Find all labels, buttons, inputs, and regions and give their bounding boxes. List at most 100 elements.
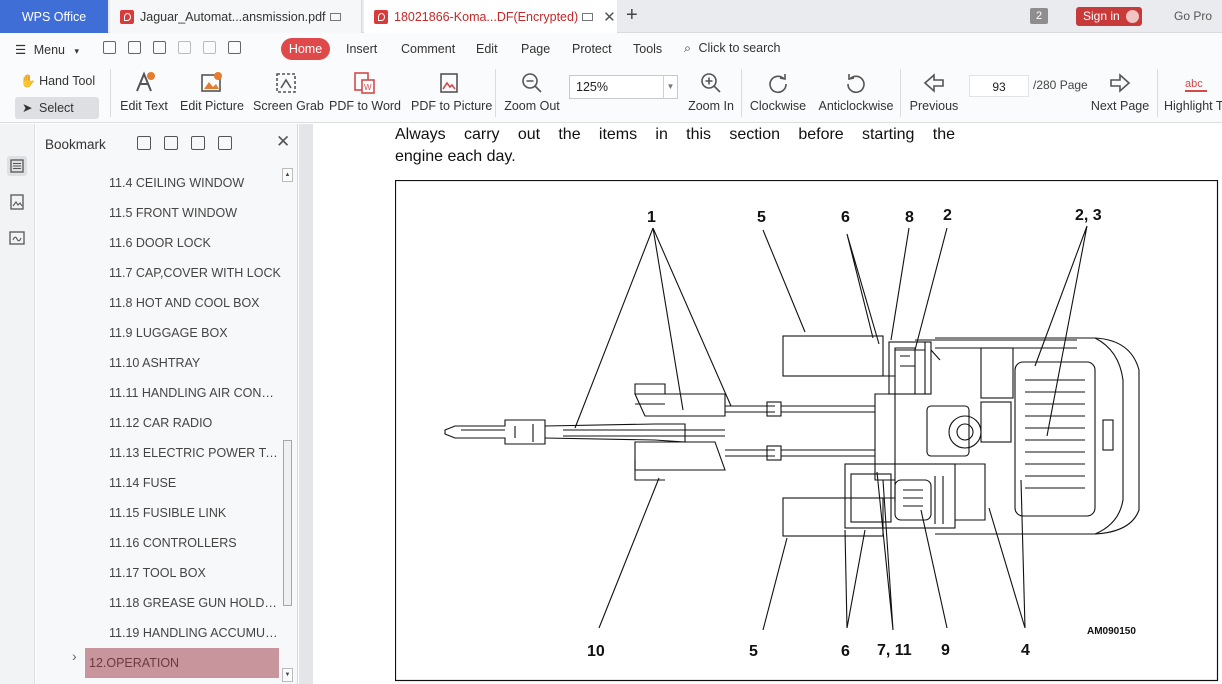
bookmark-item[interactable]: 11.14 FUSE	[36, 468, 281, 498]
tab-home[interactable]: Home	[281, 38, 330, 60]
hand-icon: ✋	[20, 74, 36, 88]
bookmark-settings-icon[interactable]	[218, 136, 232, 150]
close-tab-icon[interactable]: ✕	[603, 8, 616, 26]
scroll-down-icon[interactable]: ▼	[282, 668, 293, 682]
export-icon[interactable]	[228, 41, 241, 54]
scroll-up-icon[interactable]: ▲	[282, 168, 293, 182]
save-icon[interactable]	[128, 41, 141, 54]
edit-picture-label: Edit Picture	[180, 99, 244, 113]
next-page-button[interactable]: Next Page	[1090, 65, 1150, 123]
bookmark-item[interactable]: 11.16 CONTROLLERS	[36, 528, 281, 558]
add-bookmark-icon[interactable]	[137, 136, 151, 150]
tab-komatsu-pdf[interactable]: 18021866-Koma...DF(Encrypted) ✕	[364, 0, 617, 33]
label-2-3: 2, 3	[1075, 207, 1102, 224]
redo-icon[interactable]	[203, 41, 216, 54]
edit-text-button[interactable]: Edit Text	[118, 65, 170, 123]
tab-jaguar-pdf[interactable]: Jaguar_Automat...ansmission.pdf	[110, 0, 362, 33]
toolbar-divider	[1157, 69, 1158, 117]
anticlockwise-button[interactable]: Anticlockwise	[818, 65, 894, 123]
page-number-input[interactable]: 93	[969, 75, 1029, 97]
collapse-bookmarks-icon[interactable]	[164, 136, 178, 150]
bookmark-item[interactable]: 11.12 CAR RADIO	[36, 408, 281, 438]
hand-tool-button[interactable]: ✋ Hand Tool	[20, 74, 95, 89]
zoom-select[interactable]: 125% ▼	[569, 75, 678, 99]
bookmark-item[interactable]: 11.17 TOOL BOX	[36, 558, 281, 588]
tab-protect[interactable]: Protect	[572, 42, 612, 56]
search-label: Click to search	[698, 41, 781, 55]
bookmark-item[interactable]: 11.15 FUSIBLE LINK	[36, 498, 281, 528]
bookmark-item[interactable]: 11.7 CAP,COVER WITH LOCK	[36, 258, 281, 288]
bookmark-list: 11.4 CEILING WINDOW 11.5 FRONT WINDOW 11…	[36, 168, 281, 678]
bookmark-item[interactable]: 11.9 LUGGAGE BOX	[36, 318, 281, 348]
tab-edit[interactable]: Edit	[476, 42, 498, 56]
bookmark-item-selected-row: › 12.OPERATION	[36, 648, 281, 678]
tab-page[interactable]: Page	[521, 42, 550, 56]
chevron-down-icon[interactable]: ▼	[663, 76, 677, 98]
previous-page-button[interactable]: Previous	[906, 65, 962, 123]
bookmark-title: Bookmark	[45, 137, 106, 152]
edit-picture-button[interactable]: Edit Picture	[180, 65, 244, 123]
scrollbar-thumb[interactable]	[283, 440, 292, 606]
excavator-diagram: 1 5 6 8 2 2, 3 10 5 6 7, 11 9 4 AM090150	[395, 180, 1219, 682]
rotate-anticlockwise-icon	[847, 74, 865, 94]
bookmark-item[interactable]: 11.13 ELECTRIC POWER TAKE-...	[36, 438, 281, 468]
print-icon[interactable]	[153, 41, 166, 54]
pdf-to-picture-button[interactable]: PDF to Picture	[411, 65, 492, 123]
instruction-text-line1: Always carry out the items in this secti…	[395, 126, 955, 143]
select-tool-button[interactable]: ➤ Select Tool	[15, 97, 99, 137]
bookmark-item[interactable]: 11.19 HANDLING ACCUMULA...	[36, 618, 281, 648]
bookmark-item[interactable]: 11.18 GREASE GUN HOLDER	[36, 588, 281, 618]
chevron-right-icon[interactable]: ›	[72, 648, 77, 664]
highlight-label: Highlight T	[1164, 99, 1222, 113]
tab-komatsu-label: 18021866-Koma...DF(Encrypted)	[394, 9, 579, 24]
screen-grab-button[interactable]: Screen Grab	[253, 65, 324, 123]
bookmark-panel-icon[interactable]	[7, 156, 27, 176]
bookmark-item[interactable]: 11.10 ASHTRAY	[36, 348, 281, 378]
clockwise-button[interactable]: Clockwise	[748, 65, 808, 123]
tab-insert[interactable]: Insert	[346, 42, 377, 56]
bookmark-item[interactable]: 11.5 FRONT WINDOW	[36, 198, 281, 228]
bookmark-scrollbar[interactable]: ▲ ▼	[282, 168, 293, 682]
zoom-out-icon	[522, 73, 542, 93]
document-viewer[interactable]: Always carry out the items in this secti…	[299, 124, 1222, 684]
bookmark-item[interactable]: 11.11 HANDLING AIR CONDITI..	[36, 378, 281, 408]
tab-wps-office[interactable]: WPS Office	[0, 0, 108, 33]
undo-icon[interactable]	[178, 41, 191, 54]
new-tab-button[interactable]: +	[626, 4, 638, 27]
tab-comment[interactable]: Comment	[401, 42, 455, 56]
label-5-bottom: 5	[749, 643, 758, 660]
signature-panel-icon[interactable]	[7, 228, 27, 248]
open-icon[interactable]	[103, 41, 116, 54]
highlight-button[interactable]: abc Highlight T	[1164, 65, 1222, 123]
bookmark-item-selected[interactable]: 12.OPERATION	[85, 648, 279, 678]
tab-wps-label: WPS Office	[21, 9, 87, 24]
label-4: 4	[1021, 642, 1030, 659]
tab-tools[interactable]: Tools	[633, 42, 662, 56]
hand-tool-label: Hand Tool	[39, 74, 96, 88]
zoom-out-button[interactable]: Zoom Out	[503, 65, 561, 123]
tab-count-badge[interactable]: 2	[1030, 8, 1048, 24]
pdf-to-picture-icon	[440, 73, 458, 93]
bookmark-panel: Bookmark ✕ 11.4 CEILING WINDOW 11.5 FRON…	[36, 124, 298, 684]
label-7-11: 7, 11	[877, 642, 912, 659]
bookmark-item[interactable]: 11.4 CEILING WINDOW	[36, 168, 281, 198]
highlight-icon: abc	[1185, 78, 1207, 92]
pdf-to-word-button[interactable]: W PDF to Word	[329, 65, 401, 123]
label-10: 10	[587, 643, 605, 660]
menu-button[interactable]: ☰ Menu ▾	[15, 42, 79, 57]
search-command[interactable]: ⌕ Click to search	[684, 41, 780, 56]
arrow-right-icon	[1110, 73, 1131, 93]
sign-in-button[interactable]: Sign in	[1076, 7, 1142, 26]
thumbnail-panel-icon[interactable]	[7, 192, 27, 212]
toolbar-divider	[900, 69, 901, 117]
arrow-left-icon	[923, 73, 944, 93]
bookmark-item[interactable]: 11.8 HOT AND COOL BOX	[36, 288, 281, 318]
bookmark-options-icon[interactable]	[191, 136, 205, 150]
go-pro-button[interactable]: Go Pro	[1174, 9, 1212, 23]
svg-text:abc: abc	[1185, 78, 1203, 90]
close-icon[interactable]: ✕	[276, 132, 290, 152]
bookmark-item[interactable]: 11.6 DOOR LOCK	[36, 228, 281, 258]
zoom-in-button[interactable]: Zoom In	[685, 65, 737, 123]
tab-bar: WPS Office Jaguar_Automat...ansmission.p…	[0, 0, 1222, 33]
page-total: /280 Page	[1033, 78, 1088, 92]
